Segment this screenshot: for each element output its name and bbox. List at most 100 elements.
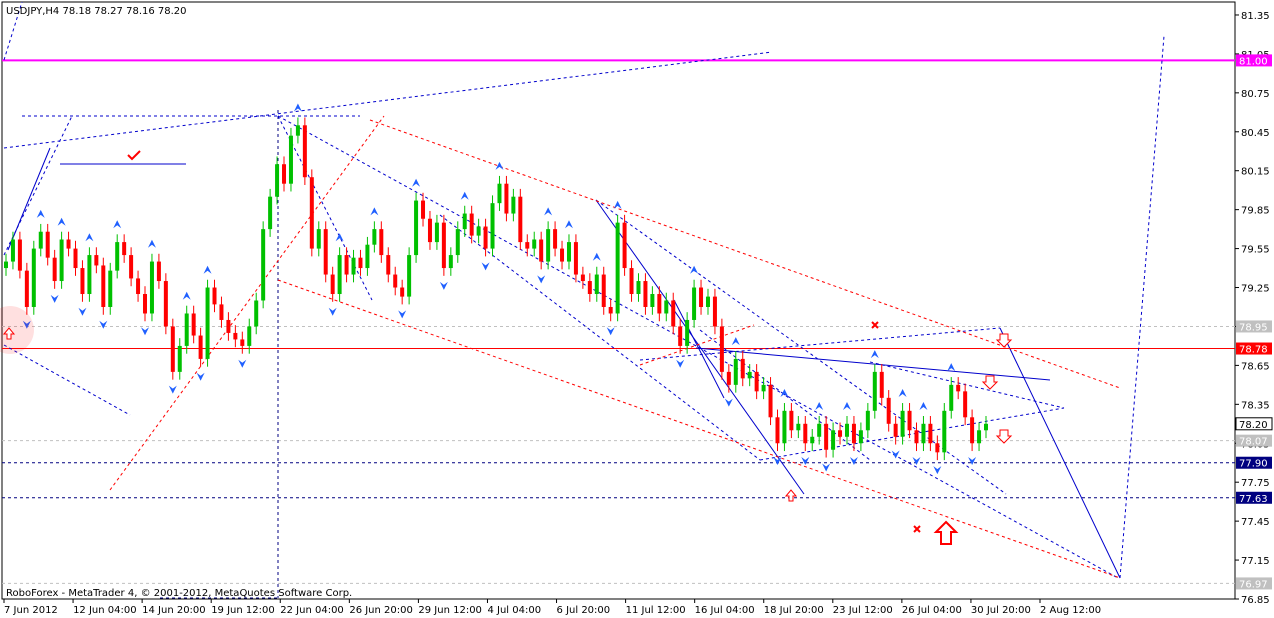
- candle-body: [594, 274, 599, 295]
- price-chart[interactable]: 81.3581.0580.7580.4580.1579.8579.5579.25…: [0, 0, 1274, 618]
- candle-body: [824, 423, 829, 450]
- candle-body: [240, 339, 245, 346]
- x-tick-label: 23 Jul 12:00: [833, 605, 893, 616]
- candle-body: [629, 268, 634, 295]
- candle-body: [560, 248, 565, 262]
- candle-body: [872, 371, 877, 411]
- candle-body: [129, 255, 134, 279]
- candle-body: [740, 358, 745, 379]
- candle-body: [553, 229, 558, 249]
- candle-body: [719, 326, 724, 372]
- x-tick-label: 26 Jun 20:00: [349, 605, 413, 616]
- candle-body: [87, 255, 92, 295]
- x-tick-label: 19 Jun 12:00: [211, 605, 275, 616]
- candle-body: [803, 423, 808, 444]
- candle-body: [518, 196, 523, 243]
- candle-body: [115, 242, 120, 271]
- candle-body: [156, 261, 161, 282]
- candle-body: [476, 226, 481, 236]
- candle-body: [24, 270, 29, 307]
- candle-body: [942, 410, 947, 453]
- candle-body: [122, 242, 127, 256]
- candle-body: [212, 287, 217, 305]
- candle-body: [497, 183, 502, 204]
- x-tick-label: 26 Jul 04:00: [902, 605, 962, 616]
- candle-body: [288, 135, 293, 184]
- level-tag-label: 77.90: [1239, 459, 1268, 470]
- candle-body: [580, 274, 585, 282]
- candle-body: [844, 423, 849, 437]
- candle-body: [191, 313, 196, 336]
- candle-body: [587, 281, 592, 295]
- candle-body: [546, 229, 551, 262]
- candle-body: [886, 397, 891, 424]
- y-tick-label: 80.15: [1241, 167, 1270, 178]
- candle-body: [261, 229, 266, 301]
- candle-body: [275, 164, 280, 197]
- candle-body: [143, 294, 148, 314]
- y-tick-label: 77.15: [1241, 556, 1270, 567]
- candle-body: [31, 248, 36, 307]
- candle-body: [525, 242, 530, 249]
- candle-body: [400, 287, 405, 297]
- candle-body: [101, 265, 106, 307]
- y-tick-label: 76.85: [1241, 595, 1270, 606]
- candle-body: [733, 358, 738, 385]
- candle-body: [692, 287, 697, 320]
- candle-body: [685, 319, 690, 346]
- candle-body: [504, 183, 509, 214]
- candle-body: [295, 125, 300, 136]
- candle-body: [865, 410, 870, 431]
- candle-body: [372, 229, 377, 245]
- candle-body: [984, 423, 988, 431]
- candle-body: [17, 239, 22, 271]
- candle-body: [282, 164, 287, 184]
- candle-body: [205, 287, 210, 359]
- x-tick-label: 6 Jul 20:00: [557, 605, 611, 616]
- candle-body: [664, 300, 669, 314]
- candle-body: [838, 430, 843, 437]
- x-tick-label: 12 Jun 04:00: [73, 605, 137, 616]
- candle-body: [747, 371, 752, 379]
- candle-body: [10, 239, 15, 262]
- candle-body: [858, 430, 863, 444]
- y-tick-label: 80.45: [1241, 128, 1270, 139]
- y-tick-label: 77.75: [1241, 478, 1270, 489]
- candle-body: [490, 203, 495, 249]
- candle-body: [302, 125, 307, 178]
- x-tick-label: 14 Jun 20:00: [142, 605, 206, 616]
- candle-body: [768, 384, 773, 418]
- copyright-footer: RoboForex - MetaTrader 4, © 2001-2012, M…: [6, 588, 352, 599]
- candle-body: [351, 257, 356, 275]
- x-tick-label: 16 Jul 04:00: [695, 605, 755, 616]
- candle-body: [608, 306, 613, 314]
- candle-body: [699, 287, 704, 307]
- candle-body: [775, 417, 780, 444]
- level-tag-label: 78.78: [1239, 345, 1268, 356]
- candle-body: [636, 281, 641, 295]
- candle-body: [532, 239, 537, 249]
- candle-body: [330, 274, 335, 295]
- candle-body: [73, 248, 78, 269]
- level-tag-label: 77.63: [1239, 494, 1268, 505]
- y-tick-label: 79.85: [1241, 206, 1270, 217]
- symbol-header: USDJPY,H4 78.18 78.27 78.16 78.20: [6, 6, 187, 17]
- candle-body: [956, 384, 961, 392]
- x-tick-label: 29 Jun 12:00: [418, 605, 482, 616]
- candle-body: [448, 255, 453, 269]
- candle-body: [254, 300, 259, 327]
- candle-body: [52, 257, 57, 282]
- candle-body: [893, 423, 898, 437]
- candle-body: [441, 222, 446, 269]
- candle-body: [184, 313, 189, 346]
- candle-body: [671, 300, 676, 327]
- candle-body: [108, 270, 113, 307]
- candle-body: [421, 200, 426, 219]
- candle-body: [177, 345, 182, 372]
- candle-body: [810, 436, 815, 444]
- candle-body: [650, 294, 655, 307]
- level-tag-label: 81.00: [1239, 56, 1268, 67]
- candle-body: [358, 257, 363, 269]
- candle-body: [657, 294, 662, 314]
- candle-body: [344, 255, 349, 275]
